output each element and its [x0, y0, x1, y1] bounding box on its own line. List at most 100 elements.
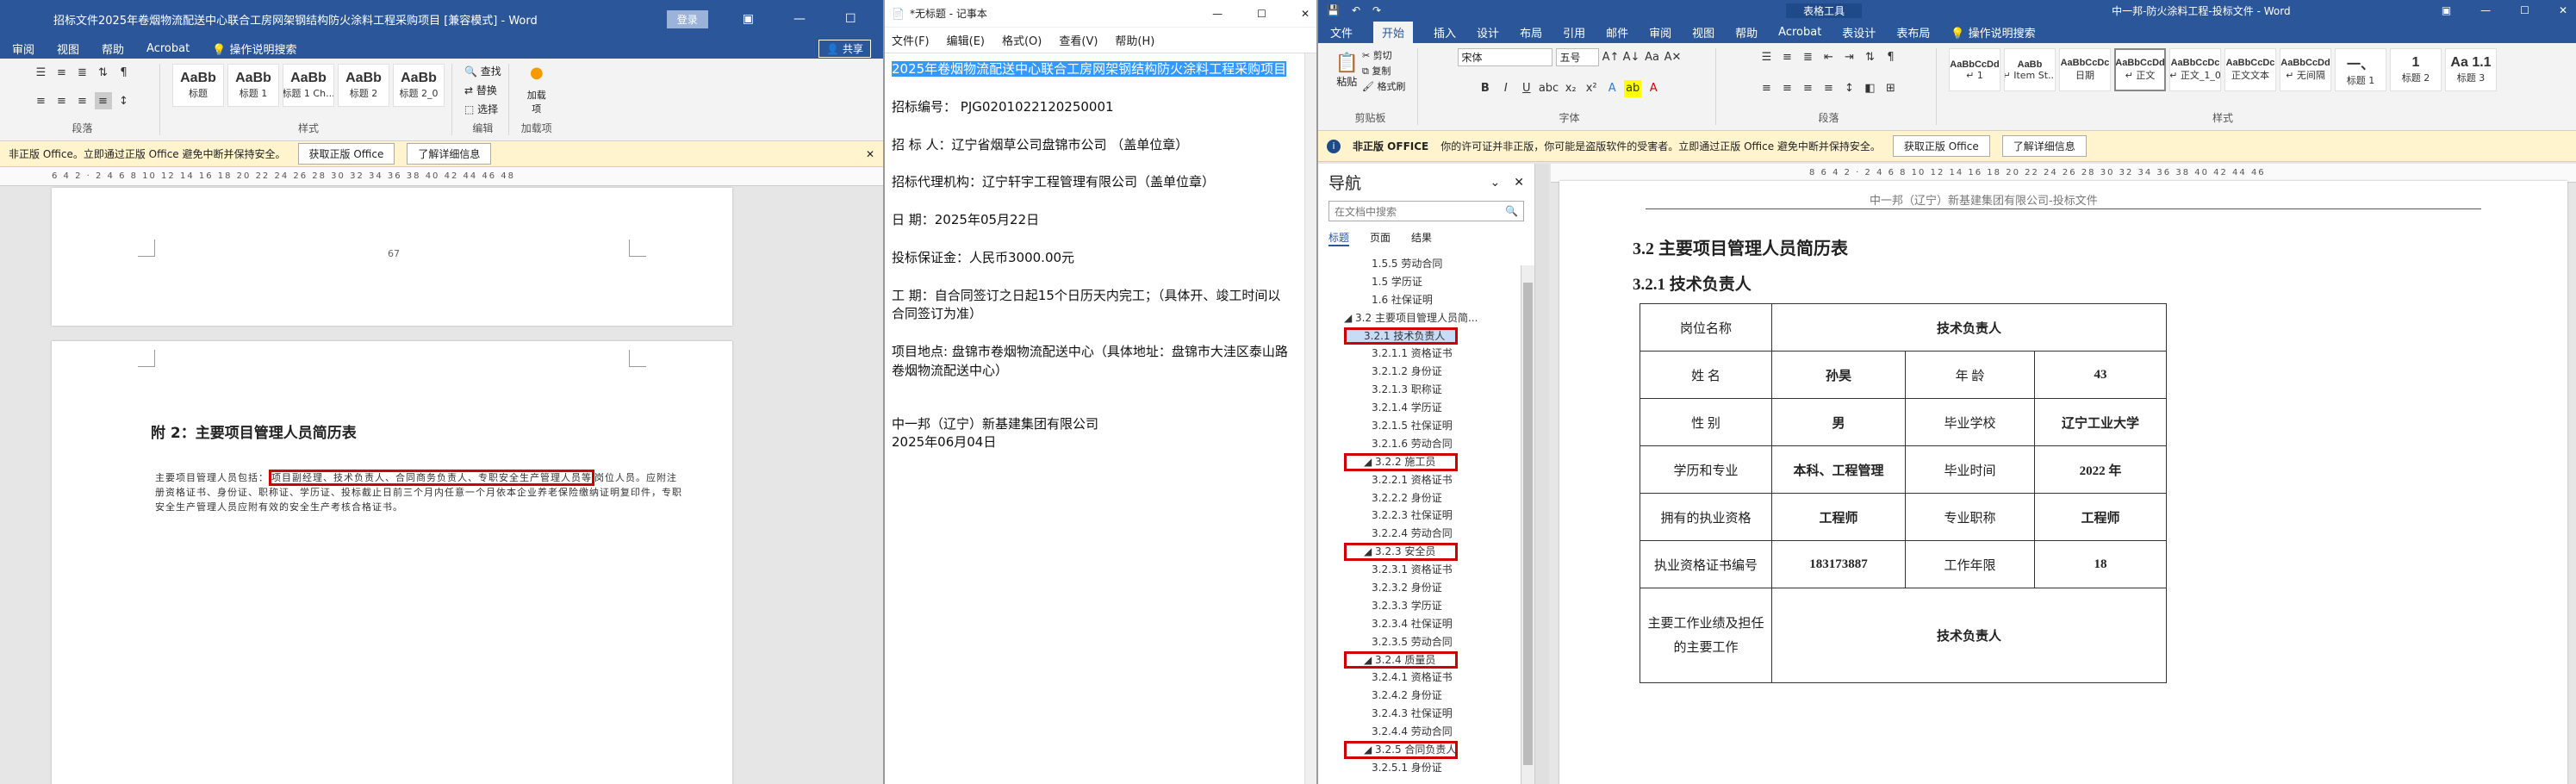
align-right-icon[interactable]: ≡ [74, 92, 91, 109]
style-date[interactable]: AaBbCcDc 日期 [2059, 48, 2111, 91]
save-icon[interactable]: 💾 [1327, 4, 1340, 16]
sort-icon[interactable]: ⇅ [1862, 48, 1879, 65]
table-cell[interactable]: 毕业学校 [1905, 398, 2035, 446]
close-icon[interactable]: ✕ [1301, 8, 1310, 20]
menu-help[interactable]: 帮助(H) [1115, 32, 1154, 48]
nav-heading-item[interactable]: 3.2.1.6 劳动合同 [1344, 435, 1534, 453]
tab-layout[interactable]: 布局 [1520, 24, 1542, 40]
style-item[interactable]: AaBb ↵ Item St... [2004, 48, 2056, 91]
paste-button[interactable]: 📋 粘贴 [1335, 53, 1359, 89]
nav-heading-item[interactable]: ◢ 3.2 主要项目管理人员简... [1344, 309, 1534, 327]
nav-heading-item[interactable]: 1.5.5 劳动合同 [1344, 255, 1534, 273]
font-size-select[interactable]: 五号 [1555, 48, 1599, 66]
nav-heading-item[interactable]: 3.2.4.3 社保证明 [1344, 705, 1534, 723]
nav-heading-item[interactable]: 3.2.2.4 劳动合同 [1344, 525, 1534, 543]
nav-heading-item[interactable]: 3.2.3.2 身份证 [1344, 579, 1534, 597]
nav-heading-item[interactable]: 3.2.1.2 身份证 [1344, 363, 1534, 381]
change-case-icon[interactable]: Aa [1644, 49, 1661, 66]
show-marks-icon[interactable]: ¶ [1882, 48, 1900, 65]
nav-close-icon[interactable]: ✕ [1514, 176, 1524, 190]
tab-help[interactable]: 帮助 [102, 40, 124, 57]
tab-insert[interactable]: 插入 [1434, 24, 1456, 40]
numbering-icon[interactable]: ≡ [53, 64, 71, 81]
highlight-icon[interactable]: ab [1624, 79, 1642, 97]
style-normal-1-0[interactable]: AaBbCcDc ↵ 正文_1_0 [2169, 48, 2221, 91]
nav-search-box[interactable]: 在文档中搜索 🔍 [1328, 201, 1524, 221]
shrink-font-icon[interactable]: A↓ [1623, 49, 1640, 66]
shading-icon[interactable]: ◧ [1862, 79, 1879, 96]
bullets-icon[interactable]: ☰ [1758, 48, 1776, 65]
ribbon-display-icon[interactable]: ▣ [2442, 4, 2451, 16]
style-heading2[interactable]: AaBb 标题 2 [338, 64, 389, 107]
menu-view[interactable]: 查看(V) [1059, 32, 1098, 48]
table-cell[interactable]: 工程师 [1771, 493, 1906, 541]
increase-indent-icon[interactable]: ⇥ [1841, 48, 1858, 65]
style-body-text[interactable]: AaBbCcDc 正文文本 [2224, 48, 2276, 91]
notepad-scrollbar[interactable] [1304, 53, 1316, 784]
text-effects-icon[interactable]: A [1603, 80, 1621, 97]
tab-view[interactable]: 视图 [57, 40, 79, 57]
tab-mailings[interactable]: 邮件 [1606, 24, 1628, 40]
nav-heading-item[interactable]: 3.2.2.3 社保证明 [1344, 507, 1534, 525]
subscript-icon[interactable]: x₂ [1562, 80, 1579, 97]
table-cell[interactable]: 工程师 [2034, 493, 2167, 541]
style-heading1-char[interactable]: AaBb 标题 1 Ch... [283, 64, 334, 107]
learn-more-button[interactable]: 了解详细信息 [407, 143, 492, 165]
replace-button[interactable]: ⇄ 替换 [464, 83, 497, 97]
nav-heading-item[interactable]: 3.2.4.2 身份证 [1344, 687, 1534, 705]
learn-more-button[interactable]: 了解详细信息 [2001, 135, 2087, 157]
table-cell[interactable]: 技术负责人 [1771, 588, 2167, 683]
clear-format-icon[interactable]: A✕ [1664, 49, 1682, 66]
table-cell[interactable]: 专业职称 [1905, 493, 2035, 541]
multilevel-icon[interactable]: ≣ [74, 64, 91, 81]
maximize-icon[interactable]: ☐ [845, 12, 856, 26]
bold-icon[interactable]: B [1477, 80, 1494, 97]
minimize-icon[interactable]: — [1212, 8, 1223, 20]
table-cell[interactable]: 年 龄 [1905, 351, 2035, 399]
strikethrough-icon[interactable]: abc [1539, 80, 1559, 97]
nav-heading-item[interactable]: 3.2.1.4 学历证 [1344, 399, 1534, 417]
minimize-icon[interactable]: — [793, 12, 806, 26]
nav-heading-item[interactable]: 1.6 社保证明 [1344, 291, 1534, 309]
table-cell[interactable]: 孙昊 [1771, 351, 1906, 399]
style-normal[interactable]: AaBbCcDd ↵ 正文 [2114, 48, 2166, 91]
line-spacing-icon[interactable]: ↕ [115, 92, 133, 109]
login-button[interactable]: 登录 [666, 9, 708, 28]
font-color-icon[interactable]: A [1645, 80, 1662, 97]
nav-tab-results[interactable]: 结果 [1411, 230, 1432, 246]
nav-search-input[interactable]: 在文档中搜索 [1335, 204, 1397, 219]
search-icon[interactable]: 🔍 [1505, 205, 1518, 217]
underline-icon[interactable]: U [1518, 80, 1535, 97]
font-name-select[interactable]: 宋体 [1457, 48, 1552, 66]
bullets-icon[interactable]: ☰ [33, 64, 50, 81]
ribbon-display-icon[interactable]: ▣ [743, 12, 754, 26]
style-heading2[interactable]: 1 标题 2 [2390, 48, 2442, 91]
tab-review[interactable]: 审阅 [1649, 24, 1671, 40]
tab-file[interactable]: 文件 [1330, 24, 1353, 40]
table-cell[interactable]: 学历和专业 [1640, 445, 1772, 494]
minimize-icon[interactable]: — [2480, 4, 2491, 16]
notepad-editor[interactable]: 2025年卷烟物流配送中心联合工房网架钢结构防火涂料工程采购项目 招标编号： P… [885, 53, 1298, 459]
undo-icon[interactable]: ↶ [1352, 4, 1360, 16]
table-cell[interactable]: 技术负责人 [1771, 303, 2167, 352]
tab-review[interactable]: 审阅 [12, 40, 34, 57]
maximize-icon[interactable]: ☐ [2520, 4, 2529, 16]
table-cell[interactable]: 18 [2034, 540, 2167, 588]
nav-options-icon[interactable]: ⌄ [1490, 176, 1501, 190]
maximize-icon[interactable]: ☐ [1257, 8, 1266, 20]
nav-heading-item[interactable]: 3.2.1 技术负责人 [1344, 327, 1458, 345]
nav-tab-headings[interactable]: 标题 [1328, 230, 1350, 246]
vertical-ruler[interactable] [1535, 164, 1549, 784]
nav-heading-item[interactable]: 3.2.3.5 劳动合同 [1344, 633, 1534, 651]
nav-heading-item[interactable]: 3.2.3.4 社保证明 [1344, 615, 1534, 633]
tab-references[interactable]: 引用 [1563, 24, 1585, 40]
cut-button[interactable]: ✂ 剪切 [1362, 48, 1405, 62]
style-heading1[interactable]: AaBb 标题 1 [227, 64, 279, 107]
get-genuine-button[interactable]: 获取正版 Office [1892, 135, 1990, 157]
table-cell[interactable]: 43 [2034, 351, 2167, 399]
get-genuine-button[interactable]: 获取正版 Office [297, 143, 395, 165]
show-marks-icon[interactable]: ¶ [115, 64, 133, 81]
tab-help[interactable]: 帮助 [1735, 24, 1758, 40]
tab-acrobat[interactable]: Acrobat [1778, 26, 1821, 39]
style-1[interactable]: AaBbCcDd ↵ 1 [1949, 48, 2000, 91]
